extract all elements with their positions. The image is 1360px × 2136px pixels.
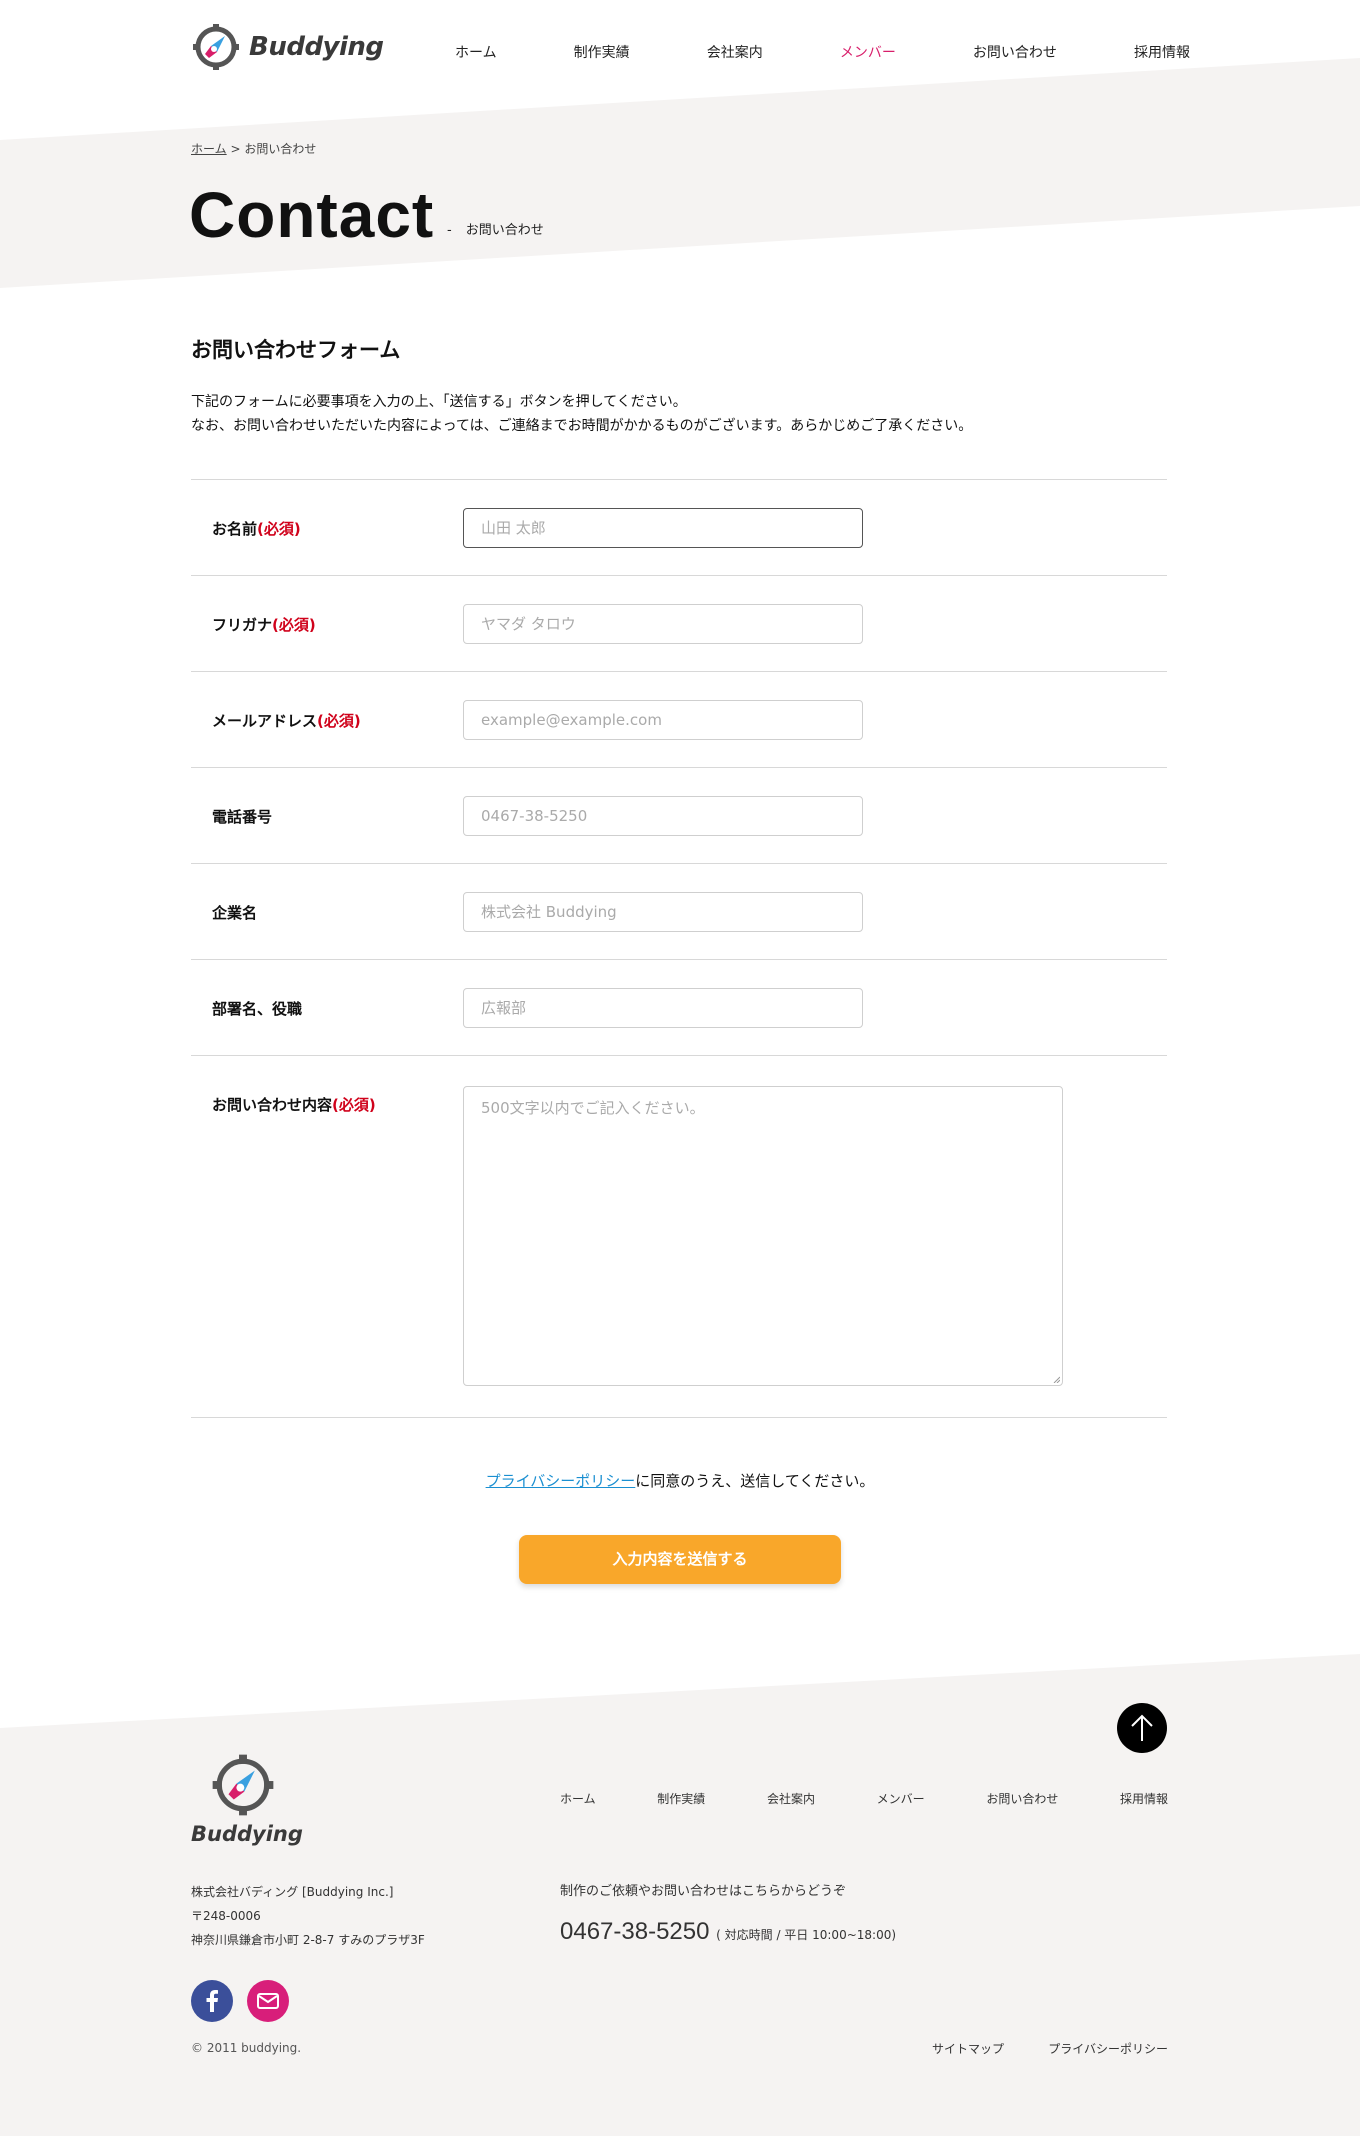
footer-nav-members[interactable]: メンバー [877,1790,925,1807]
postal-code: 〒248-0006 [191,1909,261,1923]
back-to-top-button[interactable] [1117,1703,1167,1753]
page-subtitle: - お問い合わせ [447,219,544,238]
message-textarea[interactable]: 500文字以内でご記入ください。 [463,1086,1063,1386]
facebook-icon [206,1990,218,2012]
facebook-button[interactable] [191,1980,233,2022]
logo-text: Buddying [249,32,384,62]
form-row-name: お名前(必須) 山田 太郎 [191,480,1167,576]
required-mark: (必須) [272,616,316,634]
footer-nav-company[interactable]: 会社案内 [767,1790,815,1807]
privacy-policy-footer-link[interactable]: プライバシーポリシー [1048,2040,1168,2057]
intro-line-1: 下記のフォームに必要事項を入力の上、「送信する」ボタンを押してください。 [191,394,687,410]
nav-home[interactable]: ホーム [455,42,497,62]
breadcrumb-separator: > [230,142,241,156]
mail-icon [257,1993,279,2009]
email-input[interactable]: example@example.com [463,700,863,740]
footer-nav-recruit[interactable]: 採用情報 [1120,1790,1168,1807]
form-heading: お問い合わせフォーム [191,338,401,362]
form-row-message: お問い合わせ内容(必須) 500文字以内でご記入ください。 [191,1056,1167,1418]
compass-rocket-icon [193,24,239,70]
form-row-email: メールアドレス(必須) example@example.com [191,672,1167,768]
breadcrumb-current: お問い合わせ [244,142,317,156]
mail-button[interactable] [247,1980,289,2022]
privacy-policy-link[interactable]: プライバシーポリシー [486,1472,636,1490]
field-label: メールアドレス(必須) [212,710,361,731]
required-mark: (必須) [332,1096,376,1114]
footer-nav-works[interactable]: 制作実績 [657,1790,705,1807]
company-name: 株式会社バディング [Buddying Inc.] [191,1885,394,1899]
form-row-phone: 電話番号 0467-38-5250 [191,768,1167,864]
footer-logo[interactable]: Buddying [191,1752,303,1846]
form-intro: 下記のフォームに必要事項を入力の上、「送信する」ボタンを押してください。 なお、… [191,390,972,438]
phone-input[interactable]: 0467-38-5250 [463,796,863,836]
field-label: お名前(必須) [212,518,301,539]
site-logo[interactable]: Buddying [191,22,384,72]
intro-line-2: なお、お問い合わせいただいた内容によっては、ご連絡までお時間がかかるものがござい… [191,418,973,434]
required-mark: (必須) [317,712,361,730]
form-row-furigana: フリガナ(必須) ヤマダ タロウ [191,576,1167,672]
footer-nav: ホーム 制作実績 会社案内 メンバー お問い合わせ 採用情報 [560,1790,1168,1807]
department-input[interactable]: 広報部 [463,988,863,1028]
privacy-agreement: プライバシーポリシーに同意のうえ、送信してください。 [0,1470,1360,1491]
label-text: メールアドレス [212,712,318,730]
field-label: 部署名、役職 [212,1000,303,1018]
contact-lead: 制作のご依頼やお問い合わせはこちらからどうぞ [560,1884,847,1899]
subtitle-dash: - [447,223,452,238]
subtitle-text: お問い合わせ [465,223,544,238]
contact-form: お名前(必須) 山田 太郎 フリガナ(必須) ヤマダ タロウ メールアドレス(必… [191,479,1167,1418]
company-input[interactable]: 株式会社 Buddying [463,892,863,932]
form-row-department: 部署名、役職 広報部 [191,960,1167,1056]
footer-nav-home[interactable]: ホーム [560,1790,596,1807]
required-mark: (必須) [257,520,301,538]
social-links [191,1980,289,2022]
footer-nav-contact[interactable]: お問い合わせ [986,1790,1058,1807]
phone-number[interactable]: 0467-38-5250 [560,1918,709,1945]
name-input[interactable]: 山田 太郎 [463,508,863,548]
field-label: 電話番号 [212,808,273,826]
phone-block: 0467-38-5250 ( 対応時間 / 平日 10:00~18:00) [560,1918,896,1946]
message-placeholder: 500文字以内でご記入ください。 [481,1099,705,1117]
label-text: お問い合わせ内容 [212,1096,333,1114]
company-address: 株式会社バディング [Buddying Inc.] 〒248-0006 神奈川県… [191,1880,425,1952]
footer-logo-text: Buddying [191,1822,303,1846]
page-title: Contact [189,179,435,251]
nav-works[interactable]: 制作実績 [574,42,630,62]
nav-recruit[interactable]: 採用情報 [1134,42,1190,62]
submit-button[interactable]: 入力内容を送信する [519,1535,841,1584]
global-nav: ホーム 制作実績 会社案内 メンバー お問い合わせ 採用情報 [455,42,1190,62]
nav-company[interactable]: 会社案内 [707,42,763,62]
label-text: フリガナ [212,616,273,634]
footer-bottom-links: サイトマップ プライバシーポリシー [932,2040,1168,2057]
compass-rocket-icon [212,1754,274,1816]
sitemap-link[interactable]: サイトマップ [932,2040,1004,2057]
breadcrumb-home-link[interactable]: ホーム [191,142,227,156]
nav-members[interactable]: メンバー [840,42,896,62]
form-row-company: 企業名 株式会社 Buddying [191,864,1167,960]
nav-contact[interactable]: お問い合わせ [973,42,1057,62]
copyright: © 2011 buddying. [191,2041,302,2055]
arrow-up-icon [1131,1714,1153,1741]
field-label: フリガナ(必須) [212,614,316,635]
field-label: 企業名 [212,904,258,922]
furigana-input[interactable]: ヤマダ タロウ [463,604,863,644]
field-label: お問い合わせ内容(必須) [212,1094,376,1115]
privacy-agreement-text: に同意のうえ、送信してください。 [635,1472,875,1490]
breadcrumb: ホーム > お問い合わせ [191,140,316,157]
office-hours: ( 対応時間 / 平日 10:00~18:00) [716,1928,897,1942]
street-address: 神奈川県鎌倉市小町 2-8-7 すみのプラザ3F [191,1933,425,1947]
label-text: お名前 [212,520,258,538]
resize-grip-icon[interactable] [1052,1375,1060,1383]
